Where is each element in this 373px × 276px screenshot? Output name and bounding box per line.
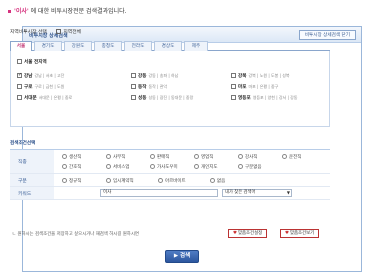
checkbox[interactable]	[131, 84, 136, 89]
view-condition-button[interactable]: ♥맞춤조건보기	[280, 229, 320, 238]
region-item[interactable]: 강북 강북 | 노원 | 도봉 | 성북	[231, 73, 290, 79]
bullet-icon	[8, 10, 11, 13]
checkbox[interactable]	[131, 73, 136, 78]
checkbox[interactable]	[131, 95, 136, 100]
type-option[interactable]: 임시계약직	[106, 178, 134, 184]
job-option[interactable]: 사무직	[106, 154, 125, 160]
checkbox[interactable]	[17, 84, 22, 89]
save-hint: ㄴ 원하시는 검색조건을 저장하고 싶으시거나 재검색 하시길 원하시면	[12, 232, 139, 237]
keyword-select[interactable]: 내가 찾은 검색어 ▼	[222, 189, 292, 197]
checkbox[interactable]	[17, 95, 22, 100]
tab-jeolla[interactable]: 전라도	[124, 41, 152, 51]
checkbox[interactable]	[17, 73, 22, 78]
region-all-label: 지역전체	[63, 30, 82, 35]
type-row: 구분 정규직 임시계약직 아르바이트 없음	[10, 174, 330, 187]
job-option[interactable]: 강사직	[238, 154, 257, 160]
job-option[interactable]: 간호직	[62, 164, 81, 170]
checkbox[interactable]	[231, 95, 236, 100]
job-option[interactable]: 영업직	[194, 154, 213, 160]
tab-gangwon[interactable]: 강원도	[64, 41, 92, 51]
job-option[interactable]: 가사도우미	[150, 164, 178, 170]
type-option[interactable]: 아르바이트	[158, 178, 186, 184]
search-button[interactable]: ▶ 검색	[165, 250, 199, 263]
headline-text: 에 대한 비투시장전문 검색결과입니다.	[28, 8, 127, 15]
tab-gyeongsang[interactable]: 경상도	[154, 41, 182, 51]
checkbox[interactable]	[231, 84, 236, 89]
region-item[interactable]: 서대문 서대문 | 은평 | 중로	[17, 95, 72, 101]
region-item[interactable]: 서울 전지역	[17, 59, 47, 65]
conditions-title: 검색조건선택	[10, 141, 36, 146]
heart-icon: ♥	[285, 231, 289, 236]
job-row: 직종 생산직 사무직 판매직 영업직 강사직 운전직 간호직 서비스업 가사도우…	[10, 150, 330, 174]
keyword-row: 키워드 이사 내가 찾은 검색어 ▼	[10, 187, 330, 200]
job-option[interactable]: 구분없음	[238, 164, 262, 170]
job-option[interactable]: 서비스업	[106, 164, 130, 170]
job-option[interactable]: 개인지도	[194, 164, 218, 170]
checkbox[interactable]	[17, 59, 22, 64]
tab-gyeonggi[interactable]: 경기도	[34, 41, 62, 51]
save-condition-button[interactable]: ♥맞춤조건설정	[228, 229, 268, 238]
type-label: 구분	[10, 174, 54, 186]
tab-jeju[interactable]: 제주	[184, 41, 208, 51]
tab-chungcheong[interactable]: 충청도	[94, 41, 122, 51]
region-item[interactable]: 영등포 영등포 | 양천 | 강서 | 강동	[231, 95, 297, 101]
region-item[interactable]: 강남강남 | 서초 | 고잔	[17, 73, 64, 79]
conditions-table: 직종 생산직 사무직 판매직 영업직 강사직 운전직 간호직 서비스업 가사도우…	[10, 149, 330, 200]
job-label: 직종	[10, 150, 54, 173]
region-tabs: 서울 경기도 강원도 충청도 전라도 경상도 제주	[10, 41, 330, 51]
region-item[interactable]: 마포 마포 | 은평 | 중구	[231, 84, 278, 90]
region-grid: 서울 전지역 강남강남 | 서초 | 고잔 강동강동 | 송파 | 하남 강북강…	[10, 51, 330, 127]
region-all-checkbox[interactable]	[56, 29, 62, 34]
type-option[interactable]: 정규직	[62, 178, 81, 184]
region-item[interactable]: 성동 성동 | 광진 | 동대문 | 중랑	[131, 95, 193, 101]
result-headline: '이사' 에 대한 비투시장전문 검색결과입니다.	[8, 6, 127, 15]
job-option[interactable]: 운전직	[282, 154, 301, 160]
checkbox[interactable]	[231, 73, 236, 78]
heart-icon: ♥	[233, 231, 237, 236]
region-item[interactable]: 동작 동작 | 관악	[131, 84, 167, 90]
region-bar-label: 지역비투시장 선택	[10, 30, 47, 35]
close-detail-search-button[interactable]: 비투시장 상세검색 닫기	[298, 30, 356, 40]
keyword-label: 키워드	[10, 187, 54, 199]
keyword-input[interactable]: 이사	[100, 189, 218, 197]
region-item[interactable]: 구로 구로 | 금천 | 도원	[17, 84, 64, 90]
type-option[interactable]: 없음	[210, 178, 225, 184]
tab-seoul[interactable]: 서울	[10, 41, 32, 51]
region-item[interactable]: 강동 강동 | 송파 | 하남	[131, 73, 178, 79]
region-bar: 지역비투시장 선택 지역전체	[10, 28, 81, 35]
headline-query: '이사'	[14, 8, 29, 15]
job-option[interactable]: 판매직	[150, 154, 169, 160]
chevron-down-icon: ▼	[286, 190, 290, 195]
job-option[interactable]: 생산직	[62, 154, 81, 160]
save-row: ㄴ 원하시는 검색조건을 저장하고 싶으시거나 재검색 하시길 원하시면 ♥맞춤…	[12, 229, 342, 239]
